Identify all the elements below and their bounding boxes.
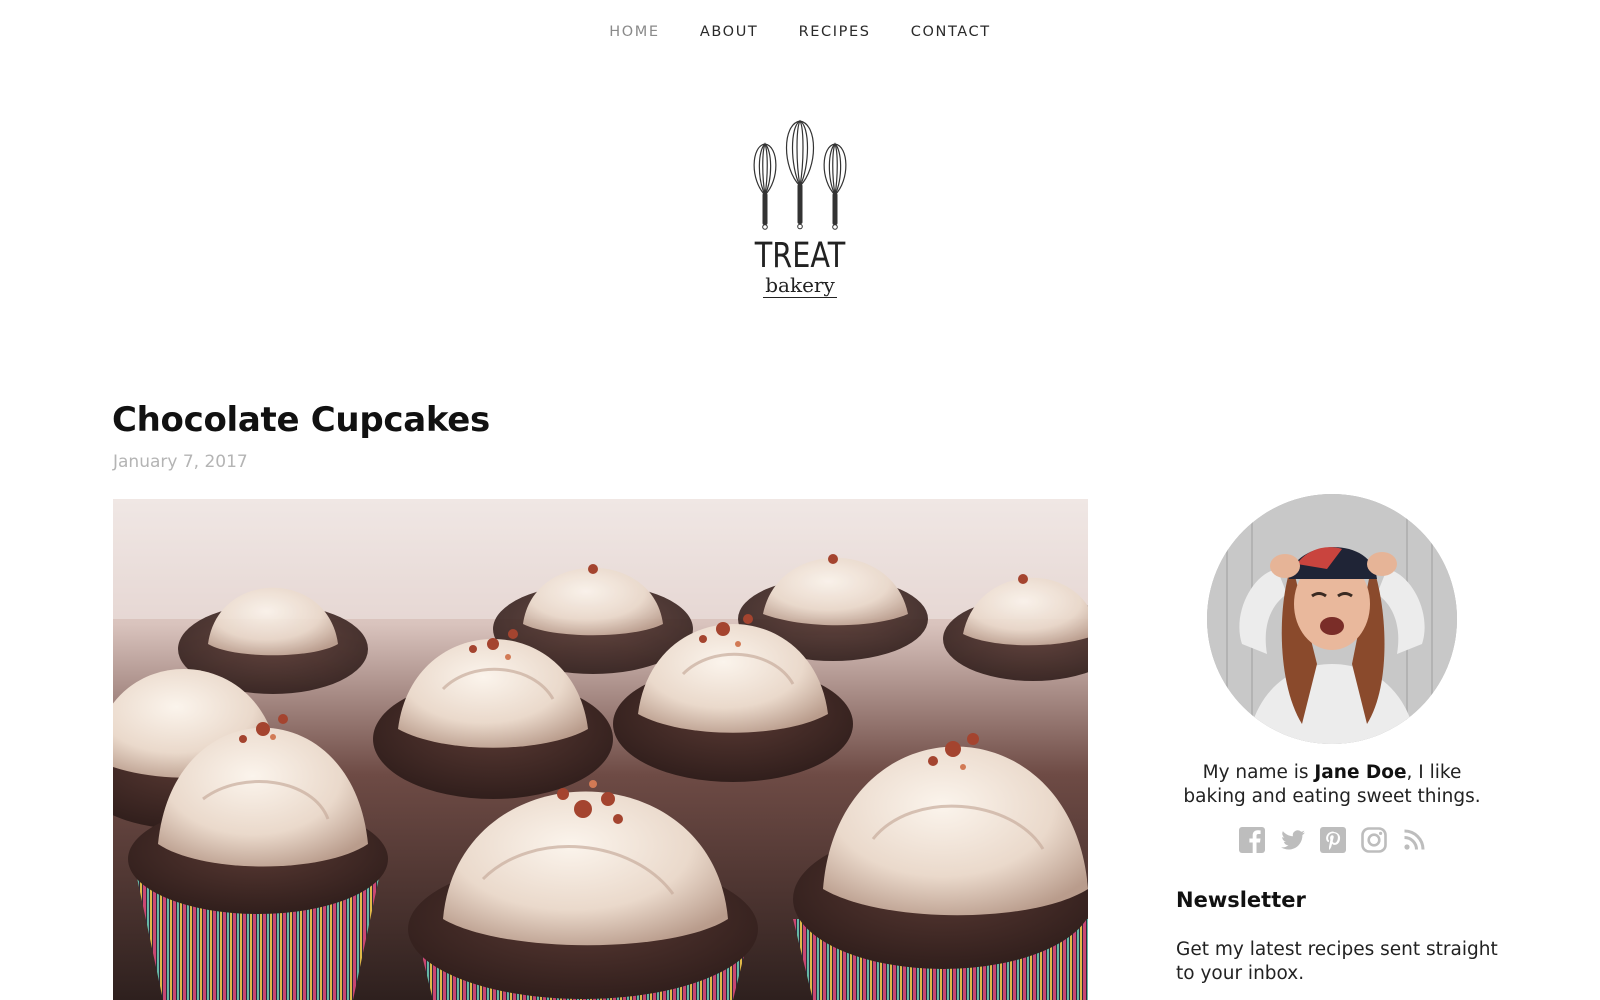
- author-avatar: [1207, 494, 1457, 744]
- whisk-icon: [753, 119, 847, 230]
- facebook-icon[interactable]: [1238, 826, 1266, 854]
- logo-subtitle: bakery: [763, 273, 837, 298]
- nav-about[interactable]: ABOUT: [700, 24, 759, 40]
- pinterest-icon[interactable]: [1319, 826, 1347, 854]
- bio-prefix: My name is: [1202, 762, 1315, 783]
- social-links: [1238, 826, 1428, 854]
- post-featured-image: [113, 499, 1088, 1000]
- rss-icon[interactable]: [1400, 826, 1428, 854]
- logo-title: TREAT: [754, 236, 846, 276]
- author-bio: My name is Jane Doe, I like baking and e…: [1172, 761, 1492, 809]
- post-date: January 7, 2017: [113, 452, 248, 472]
- nav-contact[interactable]: CONTACT: [911, 24, 991, 40]
- newsletter-title: Newsletter: [1176, 888, 1306, 912]
- post-title[interactable]: Chocolate Cupcakes: [112, 400, 490, 440]
- nav-home[interactable]: HOME: [609, 24, 659, 40]
- instagram-icon[interactable]: [1360, 826, 1388, 854]
- author-name: Jane Doe: [1314, 762, 1407, 783]
- nav-recipes[interactable]: RECIPES: [799, 24, 871, 40]
- main-nav: HOME ABOUT RECIPES CONTACT: [0, 24, 1600, 40]
- newsletter-text: Get my latest recipes sent straight to y…: [1176, 939, 1498, 984]
- twitter-icon[interactable]: [1279, 826, 1307, 854]
- site-logo[interactable]: TREAT bakery: [740, 118, 860, 298]
